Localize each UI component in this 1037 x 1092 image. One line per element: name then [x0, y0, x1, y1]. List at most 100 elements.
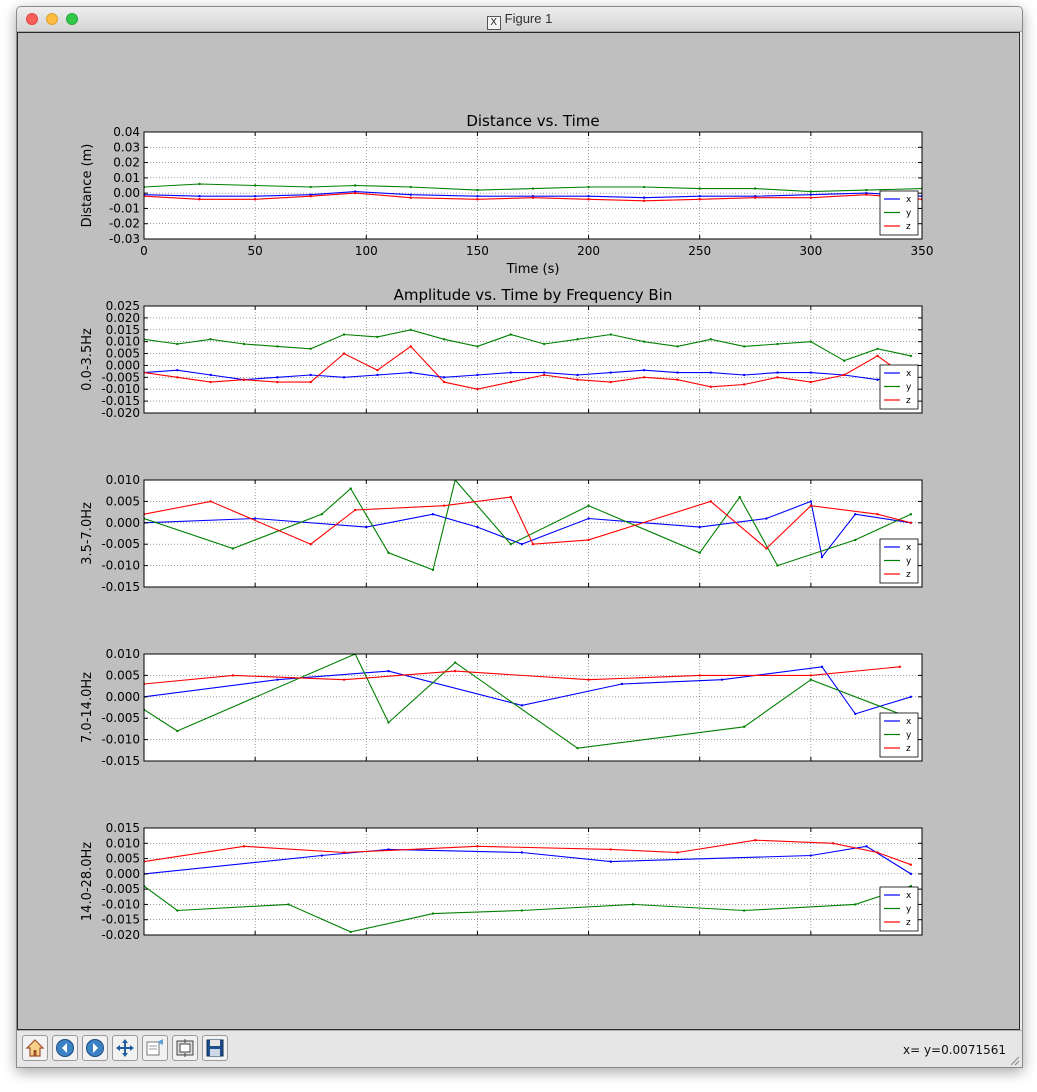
data-point-y — [176, 909, 179, 912]
data-point-y — [587, 504, 590, 507]
data-point-x — [442, 376, 446, 379]
y-axis-label: 7.0-14.0Hz — [80, 672, 95, 743]
data-point-z — [909, 863, 913, 866]
data-point-z — [276, 380, 279, 384]
data-point-z — [476, 198, 479, 201]
data-point-y — [854, 538, 857, 542]
window-title-area: X Figure 1 — [17, 11, 1022, 30]
data-point-y — [276, 345, 279, 348]
data-point-z — [609, 848, 612, 851]
figure-window: X Figure 1 -0.03 -0.02 -0.01 0.00 0.01 0.02 0.0… — [16, 6, 1023, 1068]
data-point-y — [387, 721, 390, 724]
data-point-x — [476, 525, 479, 529]
data-point-x — [809, 854, 813, 857]
data-point-x — [820, 555, 824, 559]
y-tick-label: 0.025 — [106, 299, 140, 313]
y-tick-label: -0.015 — [101, 754, 140, 768]
y-axis-label: 3.5-7.0Hz — [80, 502, 95, 565]
subplot-title: Amplitude vs. Time by Frequency Bin — [394, 286, 673, 304]
subplots-button[interactable] — [172, 1035, 198, 1061]
x-tick-label: 300 — [799, 244, 822, 258]
data-point-x — [576, 373, 579, 377]
data-point-x — [376, 373, 379, 377]
legend-label-y: y — [906, 731, 912, 741]
x11-icon: X — [486, 16, 501, 30]
data-point-z — [609, 380, 612, 384]
data-point-z — [542, 373, 546, 377]
data-point-x — [854, 513, 857, 516]
data-point-z — [709, 385, 713, 389]
data-point-y — [776, 564, 779, 567]
data-point-z — [876, 851, 879, 854]
subplot-0: -0.03-0.02 -0.010.000.010.02 0.030.04 0 50 10… — [80, 112, 933, 277]
data-point-y — [520, 909, 524, 912]
data-point-y — [376, 335, 379, 339]
data-point-z — [376, 369, 379, 372]
subplot-4: -0.020-0.015 -0.010-0.0050.0000.005 0.0100… — [80, 821, 923, 942]
cursor-coordinates: x= y=0.0071561 — [902, 1043, 1006, 1057]
data-point-z — [765, 547, 768, 550]
data-point-y — [587, 185, 590, 189]
data-point-x — [876, 378, 879, 381]
data-point-y — [176, 342, 179, 346]
data-point-y — [531, 187, 535, 190]
data-point-y — [509, 333, 512, 336]
zoom-button[interactable] — [142, 1035, 168, 1061]
data-point-z — [409, 345, 412, 348]
data-point-z — [442, 380, 446, 384]
legend-label-x: x — [906, 717, 912, 727]
figure-svg[interactable]: -0.03-0.02 -0.010.000.010.02 0.030.04 0 50 10… — [18, 33, 1021, 1031]
y-tick-label: -0.01 — [109, 201, 140, 215]
y-tick-label: -0.010 — [101, 559, 140, 573]
data-point-x — [642, 196, 646, 199]
data-point-z — [754, 196, 757, 199]
subplots-icon — [176, 1039, 194, 1057]
data-point-z — [209, 380, 212, 384]
data-point-y — [231, 547, 235, 550]
home-button[interactable] — [22, 1035, 48, 1061]
data-point-z — [576, 378, 579, 381]
data-point-y — [476, 345, 479, 348]
subplot-title: Distance vs. Time — [466, 112, 599, 130]
y-tick-label: -0.020 — [101, 928, 140, 942]
data-point-y — [909, 354, 913, 358]
data-point-z — [742, 383, 746, 386]
data-point-y — [854, 903, 857, 906]
y-tick-label: 0.005 — [106, 494, 140, 508]
data-point-y — [876, 347, 879, 350]
data-point-z — [353, 508, 357, 512]
save-button[interactable] — [202, 1035, 228, 1061]
back-button[interactable] — [52, 1035, 78, 1061]
window-title: Figure 1 — [504, 11, 553, 26]
data-point-y — [843, 359, 846, 362]
forward-button[interactable] — [82, 1035, 108, 1061]
data-point-x — [320, 854, 324, 857]
data-point-z — [531, 196, 535, 199]
data-point-y — [698, 187, 701, 190]
data-point-y — [454, 661, 457, 664]
y-tick-label: 0.03 — [113, 140, 140, 154]
data-point-x — [253, 517, 257, 520]
data-point-x — [409, 371, 412, 374]
y-tick-label: 0.04 — [113, 125, 140, 139]
plot-area — [144, 306, 922, 413]
figure-canvas[interactable]: -0.03 -0.02 -0.01 0.00 0.01 0.02 0.03 0.04 0 50 10… — [17, 32, 1020, 1030]
y-tick-label: 0.02 — [113, 156, 140, 170]
data-point-z — [209, 500, 212, 503]
title-bar[interactable]: X Figure 1 — [17, 7, 1022, 32]
data-point-z — [809, 674, 813, 677]
data-point-y — [209, 338, 212, 341]
data-point-z — [698, 674, 701, 677]
resize-grip-icon[interactable] — [1010, 1056, 1020, 1066]
data-point-x — [642, 369, 646, 372]
data-point-z — [231, 674, 235, 677]
data-point-y — [576, 746, 579, 750]
data-point-y — [353, 184, 357, 187]
pan-button[interactable] — [112, 1035, 138, 1061]
subplot-2: -0.015 -0.010 -0.005 0.000 0.005 0.010 3.5-7.0… — [80, 473, 923, 594]
legend: xyz — [879, 886, 919, 932]
data-point-z — [476, 845, 479, 848]
y-axis-label: 0.0-3.5Hz — [80, 328, 95, 391]
data-point-x — [431, 513, 435, 516]
data-point-x — [542, 371, 546, 374]
